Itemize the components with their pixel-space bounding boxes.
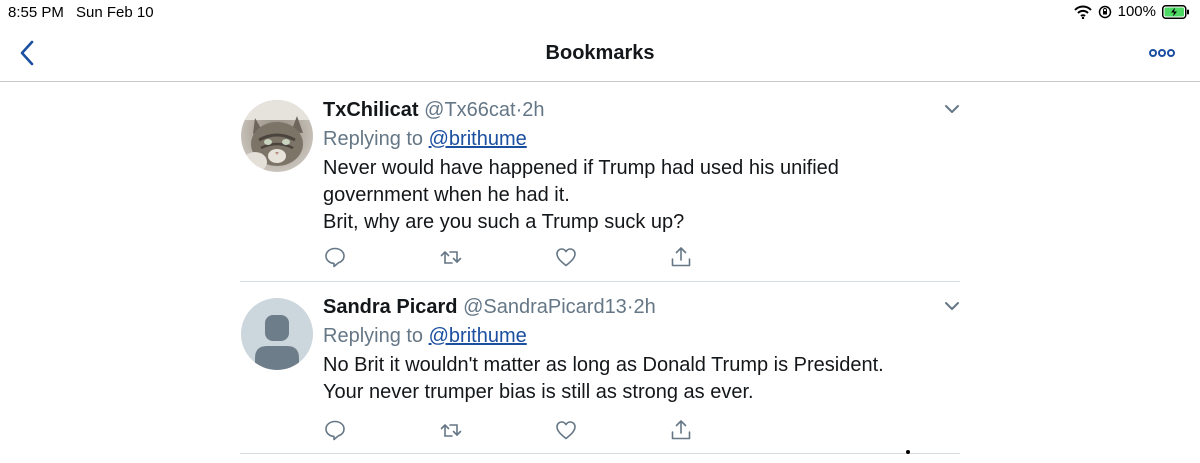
tweet-time: 2h (633, 296, 656, 318)
like-icon (556, 248, 576, 267)
tweet-header: Sandra Picard @SandraPicard13·2h (323, 294, 920, 320)
tweet-text: Never would have happened if Trump had u… (323, 155, 920, 236)
tweet[interactable]: TxChilicat @Tx66cat·2h Replying to @brit… (240, 83, 960, 282)
scroll-indicator-dot (906, 450, 910, 454)
user-handle[interactable]: @Tx66cat (424, 99, 515, 121)
retweet-button[interactable] (439, 245, 463, 269)
tweet-text-line: Never would have happened if Trump had u… (323, 157, 839, 206)
more-options-button[interactable] (1148, 44, 1176, 62)
chevron-down-icon (945, 302, 959, 310)
tweet-text: No Brit it wouldn't matter as long as Do… (323, 352, 920, 406)
cat-avatar-image (241, 100, 313, 172)
tweet-text-line: Brit, why are you such a Trump suck up? (323, 211, 685, 233)
like-icon (556, 421, 576, 440)
replying-to: Replying to @brithume (323, 125, 920, 153)
status-date: Sun Feb 10 (76, 4, 154, 21)
tweet-menu-button[interactable] (942, 296, 962, 316)
share-button[interactable] (669, 418, 693, 442)
wifi-icon (1073, 5, 1092, 19)
tweet-body: TxChilicat @Tx66cat·2h Replying to @brit… (323, 97, 920, 236)
replying-to: Replying to @brithume (323, 322, 920, 350)
mention-link[interactable]: @brithume (429, 325, 527, 347)
bookmarks-feed: TxChilicat @Tx66cat·2h Replying to @brit… (240, 83, 960, 454)
share-button[interactable] (669, 245, 693, 269)
battery-charging-icon (1162, 4, 1190, 19)
replying-prefix: Replying to (323, 128, 424, 150)
orientation-lock-icon (1098, 5, 1112, 19)
like-button[interactable] (554, 245, 578, 269)
retweet-button[interactable] (439, 418, 463, 442)
like-button[interactable] (554, 418, 578, 442)
tweet-time: 2h (522, 99, 545, 121)
reply-button[interactable] (323, 245, 347, 269)
status-time: 8:55 PM (8, 4, 64, 21)
status-indicators: 100% (1073, 3, 1190, 20)
reply-button[interactable] (323, 418, 347, 442)
chevron-down-icon (945, 105, 959, 113)
user-handle[interactable]: @SandraPicard13 (463, 296, 627, 318)
retweet-icon (440, 424, 462, 437)
default-avatar-icon (241, 298, 313, 370)
share-icon (671, 247, 691, 267)
battery-percentage: 100% (1117, 3, 1156, 20)
tweet-menu-button[interactable] (942, 99, 962, 119)
tweet-body: Sandra Picard @SandraPicard13·2h Replyin… (323, 294, 920, 406)
avatar[interactable] (241, 100, 313, 172)
page-title: Bookmarks (545, 42, 655, 64)
reply-icon (325, 247, 345, 268)
display-name[interactable]: TxChilicat (323, 99, 419, 121)
reply-icon (325, 420, 345, 441)
tweet-text-line: No Brit it wouldn't matter as long as Do… (323, 354, 884, 403)
tweet-actions (323, 418, 703, 444)
avatar[interactable] (241, 298, 313, 370)
retweet-icon (440, 251, 462, 264)
status-bar: 8:55 PM Sun Feb 10 100% (0, 0, 1200, 24)
tweet-header: TxChilicat @Tx66cat·2h (323, 97, 920, 123)
replying-prefix: Replying to (323, 325, 424, 347)
tweet-actions (323, 245, 703, 271)
share-icon (671, 420, 691, 440)
more-dots-icon (1149, 49, 1175, 57)
navigation-bar: Bookmarks (0, 24, 1200, 82)
mention-link[interactable]: @brithume (429, 128, 527, 150)
display-name[interactable]: Sandra Picard (323, 296, 458, 318)
